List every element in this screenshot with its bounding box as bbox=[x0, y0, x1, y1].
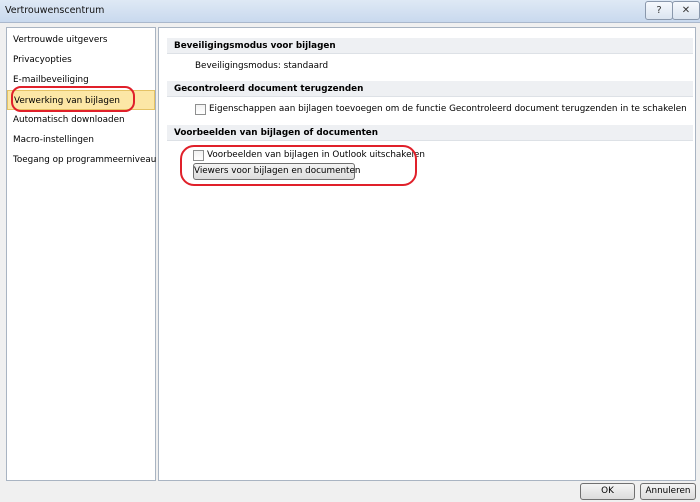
ok-button[interactable]: OK bbox=[580, 483, 635, 500]
section-heading-previews: Voorbeelden van bijlagen of documenten bbox=[167, 125, 693, 141]
title-bar: Vertrouwenscentrum ? ✕ bbox=[0, 0, 700, 23]
section-heading-security-mode: Beveiligingsmodus voor bijlagen bbox=[167, 38, 693, 54]
main-panel: Beveiligingsmodus voor bijlagen Beveilig… bbox=[158, 27, 696, 481]
sidebar-item-automatic-download[interactable]: Automatisch downloaden bbox=[7, 110, 155, 130]
sidebar-item-programmatic-access[interactable]: Toegang op programmeerniveau bbox=[7, 150, 156, 170]
sidebar-item-macro-settings[interactable]: Macro-instellingen bbox=[7, 130, 155, 150]
help-button[interactable]: ? bbox=[645, 1, 673, 20]
sidebar-item-privacy-options[interactable]: Privacyopties bbox=[7, 50, 155, 70]
window-title: Vertrouwenscentrum bbox=[5, 5, 105, 16]
red-annotation-previews bbox=[180, 145, 417, 186]
section-heading-controlled-document: Gecontroleerd document terugzenden bbox=[167, 81, 693, 97]
red-annotation-sidebar bbox=[11, 86, 135, 112]
controlled-document-checkbox-label[interactable]: Eigenschappen aan bijlagen toevoegen om … bbox=[209, 104, 687, 114]
sidebar-item-trusted-publishers[interactable]: Vertrouwde uitgevers bbox=[7, 30, 155, 50]
close-icon: ✕ bbox=[681, 5, 691, 16]
controlled-document-checkbox[interactable] bbox=[195, 104, 206, 115]
close-button[interactable]: ✕ bbox=[672, 1, 700, 20]
cancel-button[interactable]: Annuleren bbox=[640, 483, 696, 500]
security-mode-text: Beveiligingsmodus: standaard bbox=[195, 61, 329, 71]
